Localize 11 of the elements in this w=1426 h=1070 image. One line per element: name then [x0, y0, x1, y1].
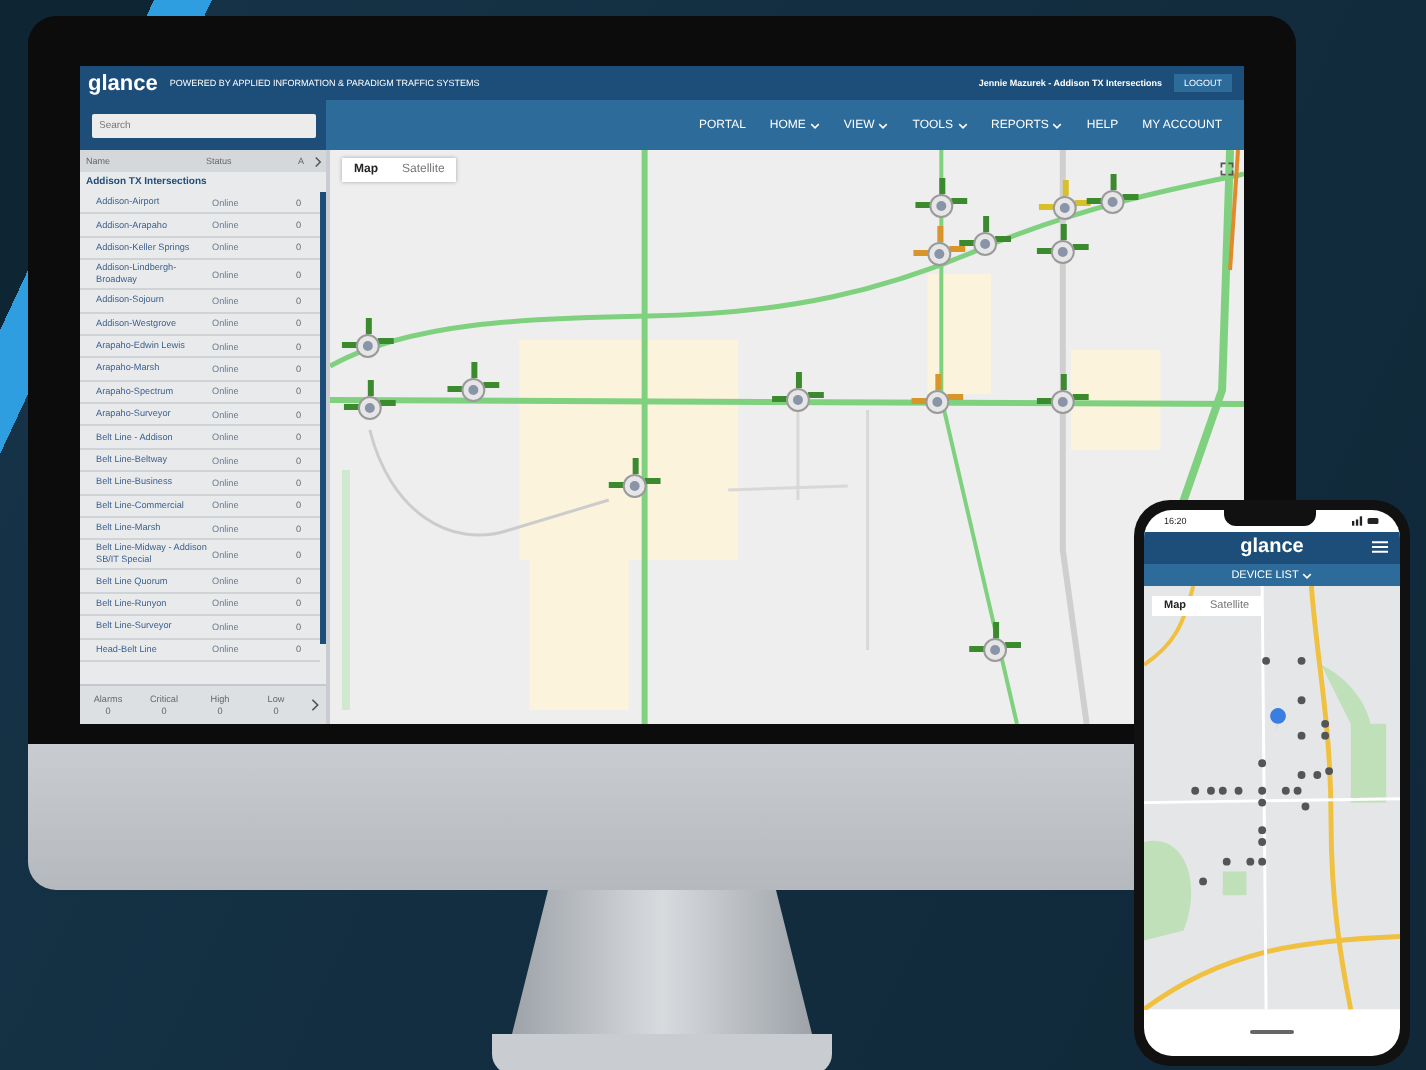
home-indicator	[1250, 1030, 1294, 1035]
logo: glance	[1240, 536, 1304, 559]
scrollbar[interactable]	[320, 192, 326, 644]
status-icons	[1351, 515, 1380, 526]
logo: glance	[88, 71, 158, 95]
fullscreen-icon[interactable]	[1220, 162, 1234, 176]
phone-notch	[1223, 510, 1316, 526]
chevron-right-icon[interactable]	[314, 155, 322, 167]
menu-icon[interactable]	[1372, 540, 1388, 555]
caret-icon	[1302, 571, 1313, 580]
chevron-right-icon[interactable]	[310, 698, 320, 712]
